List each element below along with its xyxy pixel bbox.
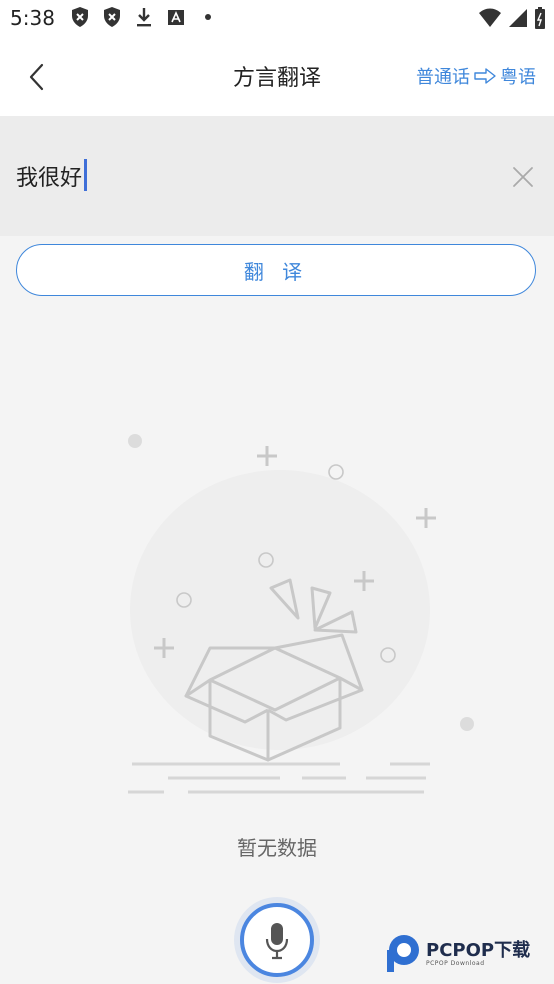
wifi-icon — [479, 8, 501, 27]
download-icon — [137, 8, 151, 27]
input-area: 我很好 — [0, 116, 554, 236]
microphone-icon — [265, 923, 289, 960]
translate-button[interactable]: 翻 译 — [16, 244, 536, 296]
font-icon — [168, 10, 184, 25]
close-icon — [513, 167, 533, 187]
chevron-left-icon — [29, 63, 44, 91]
status-system-icons — [478, 6, 546, 30]
empty-box-illustration — [128, 434, 474, 794]
clear-button[interactable] — [512, 166, 534, 188]
dot-icon — [205, 14, 211, 20]
battery-icon — [535, 7, 545, 29]
status-time: 5:38 — [10, 6, 55, 30]
source-language: 普通话 — [416, 67, 470, 88]
pcpop-logo-icon — [387, 935, 419, 972]
language-switch[interactable]: 普通话 粤语 — [416, 63, 536, 89]
watermark-name: PCPOP下载 — [426, 939, 531, 961]
signal-icon — [509, 9, 527, 27]
text-caret — [84, 159, 87, 191]
status-bar: 5:38 — [0, 0, 554, 36]
back-button[interactable] — [22, 60, 54, 94]
target-language: 粤语 — [500, 67, 536, 88]
shield-x-icon — [104, 7, 120, 27]
watermark-sub: PCPOP Download — [426, 959, 485, 967]
watermark: PCPOP下载 PCPOP Download — [384, 934, 530, 974]
arrow-right-icon — [474, 68, 496, 84]
empty-state-text: 暂无数据 — [237, 836, 317, 860]
shield-icon — [72, 7, 88, 27]
status-notification-icons — [70, 6, 218, 28]
voice-input-button[interactable] — [240, 903, 314, 977]
app-bar: 方言翻译 普通话 粤语 — [0, 36, 554, 116]
